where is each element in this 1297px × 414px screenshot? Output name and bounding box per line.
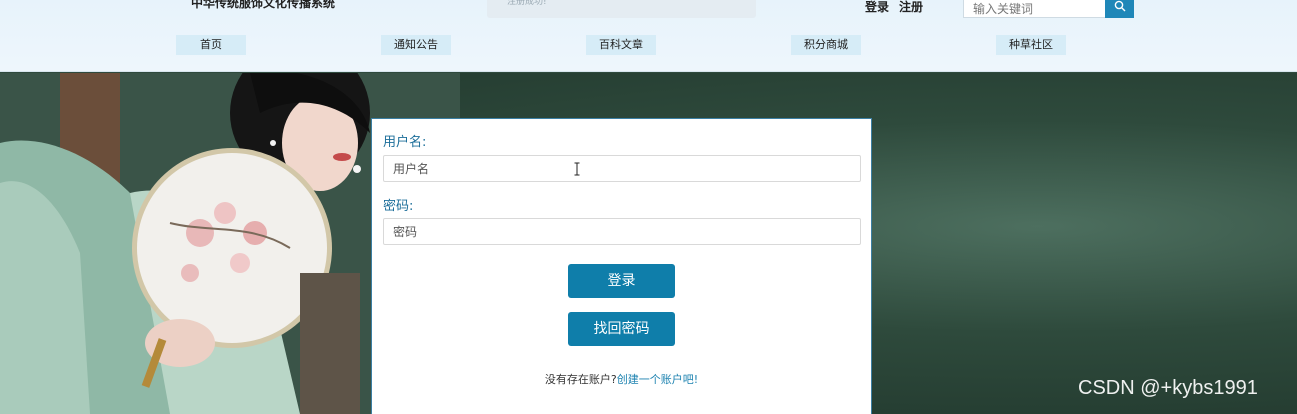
nav-item-home[interactable]: 首页 bbox=[176, 35, 246, 55]
search-icon bbox=[1114, 0, 1125, 12]
login-button[interactable]: 登录 bbox=[568, 264, 675, 298]
nav-item-encyclopedia[interactable]: 百科文章 bbox=[586, 35, 656, 55]
login-form: 用户名: 密码: 登录 找回密码 没有存在账户?创建一个账户吧! bbox=[371, 118, 872, 414]
success-toast: 注册成功! bbox=[487, 0, 756, 18]
login-link[interactable]: 登录 bbox=[865, 0, 889, 15]
nav-item-points-mall[interactable]: 积分商城 bbox=[791, 35, 861, 55]
username-input[interactable] bbox=[383, 155, 861, 182]
site-title: 中华传统服饰文化传播系统 bbox=[191, 0, 336, 10]
search-button[interactable] bbox=[1105, 0, 1134, 18]
create-account-link[interactable]: 创建一个账户吧! bbox=[617, 373, 698, 386]
nav-item-community[interactable]: 种草社区 bbox=[996, 35, 1066, 55]
text-cursor-icon bbox=[574, 162, 580, 176]
register-prompt: 没有存在账户?创建一个账户吧! bbox=[372, 371, 871, 387]
search-input[interactable] bbox=[963, 0, 1105, 18]
no-account-text: 没有存在账户? bbox=[544, 373, 617, 386]
site-header: 中华传统服饰文化传播系统 注册成功! 登录 注册 首页 通知公告 百科文章 积分… bbox=[0, 0, 1297, 72]
password-input[interactable] bbox=[383, 218, 861, 245]
register-link[interactable]: 注册 bbox=[899, 0, 923, 15]
nav-item-announcements[interactable]: 通知公告 bbox=[381, 35, 451, 55]
watermark: CSDN @+kybs1991 bbox=[1078, 377, 1258, 399]
recover-password-button[interactable]: 找回密码 bbox=[568, 312, 675, 346]
username-label: 用户名: bbox=[383, 135, 427, 150]
password-label: 密码: bbox=[383, 199, 414, 214]
